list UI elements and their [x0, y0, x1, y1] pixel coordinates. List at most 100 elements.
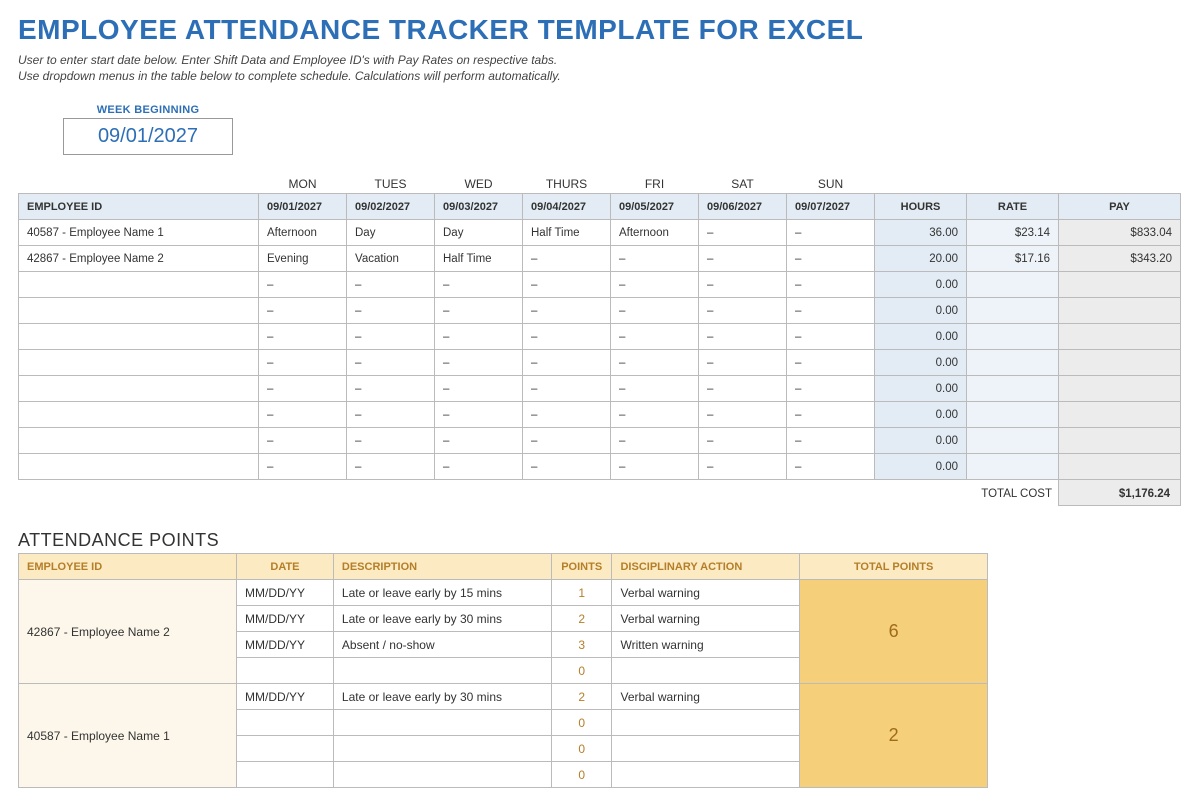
shift-cell[interactable]: –	[435, 376, 523, 402]
shift-cell[interactable]: –	[699, 350, 787, 376]
shift-cell[interactable]: –	[347, 376, 435, 402]
shift-cell[interactable]: –	[435, 298, 523, 324]
points-date-cell[interactable]	[237, 710, 334, 736]
employee-cell[interactable]	[19, 298, 259, 324]
shift-cell[interactable]: –	[787, 350, 875, 376]
employee-cell[interactable]	[19, 376, 259, 402]
points-desc-cell[interactable]	[333, 762, 551, 788]
shift-cell[interactable]: –	[611, 272, 699, 298]
shift-cell[interactable]: –	[611, 324, 699, 350]
shift-cell[interactable]: –	[787, 376, 875, 402]
points-action-cell[interactable]	[612, 762, 800, 788]
points-action-cell[interactable]: Written warning	[612, 632, 800, 658]
shift-cell[interactable]: –	[435, 324, 523, 350]
shift-cell[interactable]: –	[347, 298, 435, 324]
shift-cell[interactable]: –	[787, 298, 875, 324]
shift-cell[interactable]: –	[347, 402, 435, 428]
points-date-cell[interactable]	[237, 762, 334, 788]
employee-cell[interactable]	[19, 454, 259, 480]
shift-cell[interactable]: –	[523, 324, 611, 350]
employee-cell[interactable]	[19, 272, 259, 298]
shift-cell[interactable]: –	[611, 454, 699, 480]
shift-cell[interactable]: –	[611, 350, 699, 376]
shift-cell[interactable]: –	[611, 376, 699, 402]
shift-cell[interactable]: –	[435, 272, 523, 298]
shift-cell[interactable]: –	[347, 454, 435, 480]
shift-cell[interactable]: –	[259, 376, 347, 402]
points-date-cell[interactable]: MM/DD/YY	[237, 684, 334, 710]
shift-cell[interactable]: Vacation	[347, 246, 435, 272]
points-desc-cell[interactable]	[333, 736, 551, 762]
shift-cell[interactable]: Day	[347, 220, 435, 246]
employee-cell[interactable]: 40587 - Employee Name 1	[19, 220, 259, 246]
shift-cell[interactable]: –	[699, 246, 787, 272]
points-employee-cell[interactable]: 40587 - Employee Name 1	[19, 684, 237, 788]
points-action-cell[interactable]	[612, 710, 800, 736]
shift-cell[interactable]: –	[611, 298, 699, 324]
shift-cell[interactable]: –	[523, 376, 611, 402]
shift-cell[interactable]: –	[699, 220, 787, 246]
shift-cell[interactable]: Evening	[259, 246, 347, 272]
shift-cell[interactable]: –	[259, 324, 347, 350]
shift-cell[interactable]: Day	[435, 220, 523, 246]
shift-cell[interactable]: Half Time	[523, 220, 611, 246]
shift-cell[interactable]: –	[435, 402, 523, 428]
employee-cell[interactable]	[19, 428, 259, 454]
shift-cell[interactable]: –	[787, 428, 875, 454]
points-employee-cell[interactable]: 42867 - Employee Name 2	[19, 580, 237, 684]
shift-cell[interactable]: –	[259, 428, 347, 454]
points-desc-cell[interactable]: Late or leave early by 30 mins	[333, 606, 551, 632]
shift-cell[interactable]: –	[787, 402, 875, 428]
shift-cell[interactable]: –	[435, 428, 523, 454]
shift-cell[interactable]: –	[259, 402, 347, 428]
shift-cell[interactable]: –	[259, 350, 347, 376]
shift-cell[interactable]: Half Time	[435, 246, 523, 272]
points-date-cell[interactable]	[237, 658, 334, 684]
shift-cell[interactable]: –	[699, 324, 787, 350]
shift-cell[interactable]: –	[347, 428, 435, 454]
points-desc-cell[interactable]: Late or leave early by 30 mins	[333, 684, 551, 710]
points-desc-cell[interactable]: Absent / no-show	[333, 632, 551, 658]
shift-cell[interactable]: Afternoon	[259, 220, 347, 246]
shift-cell[interactable]: –	[699, 402, 787, 428]
shift-cell[interactable]: –	[699, 428, 787, 454]
shift-cell[interactable]: –	[611, 402, 699, 428]
shift-cell[interactable]: –	[435, 454, 523, 480]
shift-cell[interactable]: –	[611, 428, 699, 454]
shift-cell[interactable]: –	[347, 272, 435, 298]
employee-cell[interactable]	[19, 324, 259, 350]
points-action-cell[interactable]	[612, 736, 800, 762]
points-date-cell[interactable]: MM/DD/YY	[237, 580, 334, 606]
shift-cell[interactable]: –	[611, 246, 699, 272]
shift-cell[interactable]: –	[523, 428, 611, 454]
shift-cell[interactable]: –	[259, 454, 347, 480]
points-date-cell[interactable]: MM/DD/YY	[237, 632, 334, 658]
shift-cell[interactable]: –	[699, 454, 787, 480]
shift-cell[interactable]: –	[259, 298, 347, 324]
shift-cell[interactable]: –	[699, 376, 787, 402]
points-action-cell[interactable]	[612, 658, 800, 684]
employee-cell[interactable]	[19, 350, 259, 376]
week-beginning-input[interactable]: 09/01/2027	[63, 118, 233, 155]
shift-cell[interactable]: –	[435, 350, 523, 376]
points-desc-cell[interactable]	[333, 658, 551, 684]
shift-cell[interactable]: –	[787, 246, 875, 272]
points-desc-cell[interactable]	[333, 710, 551, 736]
shift-cell[interactable]: –	[787, 220, 875, 246]
shift-cell[interactable]: –	[787, 272, 875, 298]
shift-cell[interactable]: –	[347, 350, 435, 376]
shift-cell[interactable]: –	[523, 402, 611, 428]
shift-cell[interactable]: –	[523, 454, 611, 480]
shift-cell[interactable]: –	[787, 454, 875, 480]
shift-cell[interactable]: –	[523, 350, 611, 376]
points-date-cell[interactable]: MM/DD/YY	[237, 606, 334, 632]
points-action-cell[interactable]: Verbal warning	[612, 580, 800, 606]
employee-cell[interactable]	[19, 402, 259, 428]
points-action-cell[interactable]: Verbal warning	[612, 606, 800, 632]
shift-cell[interactable]: –	[523, 272, 611, 298]
shift-cell[interactable]: –	[699, 298, 787, 324]
employee-cell[interactable]: 42867 - Employee Name 2	[19, 246, 259, 272]
points-action-cell[interactable]: Verbal warning	[612, 684, 800, 710]
shift-cell[interactable]: –	[259, 272, 347, 298]
points-desc-cell[interactable]: Late or leave early by 15 mins	[333, 580, 551, 606]
